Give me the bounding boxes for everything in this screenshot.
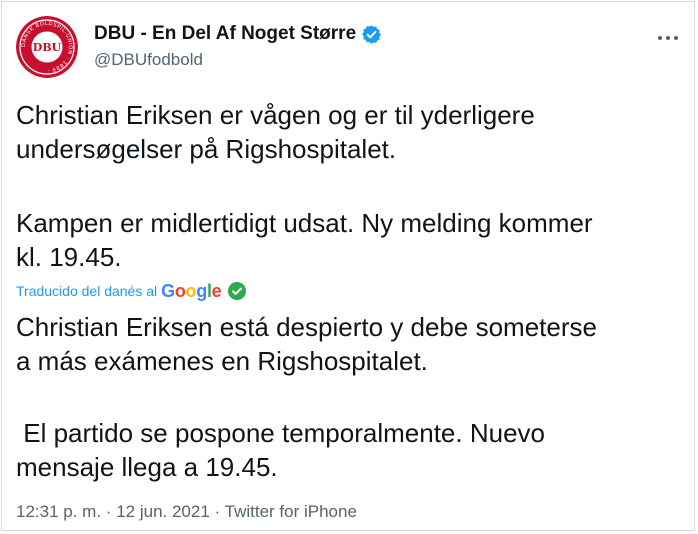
display-name[interactable]: DBU - En Del Af Noget Større [94,23,356,45]
tweet-source[interactable]: Twitter for iPhone [225,502,357,521]
text-line: kl. 19.45. [16,242,122,272]
translated-text-paragraph-2: El partido se pospone temporalmente. Nue… [16,416,688,484]
tweet-card: DANSK BOLDSPIL-UNION · 1889 · DBU DBU - … [1,1,695,531]
author-block: DBU - En Del Af Noget Større @DBUfodbold [94,22,382,70]
text-line: Kampen er midlertidigt udsat. Ny melding… [16,208,593,238]
dbu-logo-icon: DANSK BOLDSPIL-UNION · 1889 · DBU [16,16,78,78]
more-options-icon[interactable] [656,30,680,40]
separator: · [105,502,112,521]
avatar-text: DBU [33,41,62,54]
text-line: a más exámenes en Rigshospitalet. [16,346,428,376]
check-circle-icon [228,282,247,300]
google-logo: Google [161,280,222,301]
handle[interactable]: @DBUfodbold [94,50,382,70]
text-line: Christian Eriksen er vågen og er til yde… [16,100,535,130]
separator: · [214,502,221,521]
translation-attribution[interactable]: Traducido del danés al Google [16,280,247,302]
tweet-metadata: 12:31 p. m. · 12 jun. 2021 · Twitter for… [16,502,357,522]
avatar[interactable]: DANSK BOLDSPIL-UNION · 1889 · DBU [16,16,78,78]
original-text-paragraph-1: Christian Eriksen er vågen og er til yde… [16,98,688,166]
text-line: El partido se pospone temporalmente. Nue… [16,418,545,448]
text-line: mensaje llega a 19.45. [16,452,278,482]
tweet-time[interactable]: 12:31 p. m. [16,502,101,521]
text-line: Christian Eriksen está despierto y debe … [16,312,597,342]
tweet-date[interactable]: 12 jun. 2021 [116,502,210,521]
tweet-header: DANSK BOLDSPIL-UNION · 1889 · DBU DBU - … [16,16,686,78]
verified-badge-icon [361,24,382,45]
display-name-row: DBU - En Del Af Noget Større [94,22,382,46]
text-line: undersøgelser på Rigshospitalet. [16,134,397,164]
original-text-paragraph-2: Kampen er midlertidigt udsat. Ny melding… [16,206,688,274]
translated-text-paragraph-1: Christian Eriksen está despierto y debe … [16,310,688,378]
translated-label[interactable]: Traducido del danés al [16,283,157,299]
